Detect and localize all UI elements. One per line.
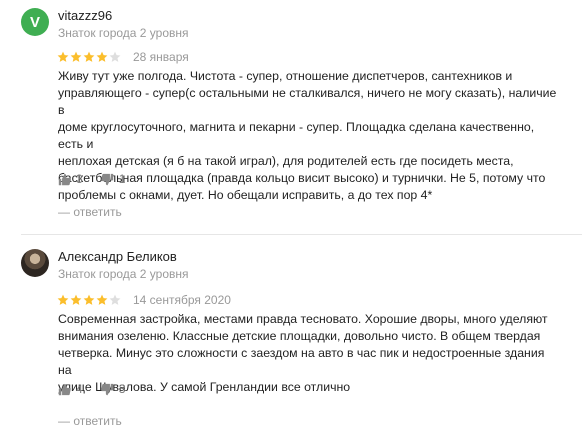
star-empty-icon [109, 51, 121, 62]
avatar[interactable] [21, 249, 49, 277]
thumbs-down-icon [100, 173, 113, 185]
star-filled-icon [83, 294, 95, 305]
rating: 28 января [57, 50, 189, 64]
divider [21, 234, 582, 235]
star-filled-icon [96, 294, 108, 305]
dislike-count: 3 [118, 382, 126, 396]
review-date: 28 января [133, 50, 189, 64]
dislike-count: 1 [118, 172, 126, 186]
vote-bar: 3 1 [58, 172, 143, 186]
thumbs-down-icon [100, 383, 113, 395]
star-filled-icon [57, 294, 69, 305]
review-date: 14 сентября 2020 [133, 293, 231, 307]
thumbs-up-icon [58, 383, 71, 395]
star-filled-icon [83, 51, 95, 62]
rating: 14 сентября 2020 [57, 293, 231, 307]
dislike-button[interactable]: 1 [100, 172, 126, 186]
like-count: 4 [76, 382, 83, 396]
reply-link[interactable]: — ответить [58, 414, 122, 428]
author-level: Знаток города 2 уровня [58, 26, 189, 40]
author-name[interactable]: vitazzz96 [58, 8, 112, 23]
avatar[interactable]: V [21, 8, 49, 36]
star-empty-icon [109, 294, 121, 305]
star-filled-icon [70, 51, 82, 62]
star-filled-icon [70, 294, 82, 305]
author-name[interactable]: Александр Беликов [58, 249, 177, 264]
vote-bar: 4 3 [58, 382, 143, 396]
dislike-button[interactable]: 3 [100, 382, 126, 396]
like-button[interactable]: 3 [58, 172, 83, 186]
like-count: 3 [76, 172, 83, 186]
star-filled-icon [57, 51, 69, 62]
like-button[interactable]: 4 [58, 382, 83, 396]
thumbs-up-icon [58, 173, 71, 185]
star-filled-icon [96, 51, 108, 62]
reply-link[interactable]: — ответить [58, 205, 122, 219]
author-level: Знаток города 2 уровня [58, 267, 189, 281]
